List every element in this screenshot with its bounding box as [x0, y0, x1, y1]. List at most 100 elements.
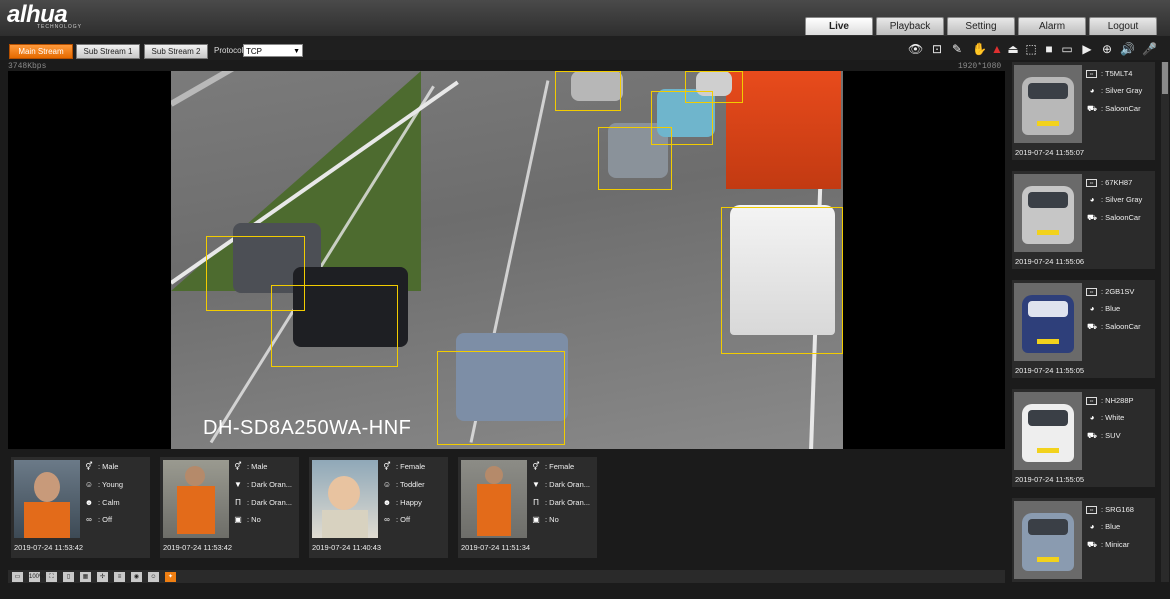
capture-time: 2019-07-24 11:55:07	[1015, 148, 1085, 157]
car-picture	[1022, 295, 1074, 353]
move-icon[interactable]: ✢	[97, 572, 108, 582]
bell-icon[interactable]: ⏏	[1006, 42, 1020, 56]
capture-time: 2019-07-24 11:55:06	[1015, 257, 1085, 266]
age-value: : Toddler	[396, 480, 425, 489]
bag-value: : No	[247, 515, 261, 524]
vehicle-card[interactable]: ▭: T5MLT4 ◕: Silver Gray ⛟: SaloonCar 20…	[1012, 62, 1155, 160]
resolution-readout: 1920*1080	[958, 62, 1002, 71]
main-stream-button[interactable]: Main Stream	[9, 44, 73, 59]
capture-card[interactable]: ⚥: Male ▼: Dark Oran... Π: Dark Oran... …	[160, 457, 299, 558]
plate-value: : 2GB1SV	[1101, 287, 1135, 296]
vehicle-type-value: : SaloonCar	[1101, 322, 1141, 331]
color-palette-icon: ◕	[1089, 413, 1095, 422]
vehicle-card[interactable]: ▭: 67KH87 ◕: Silver Gray ⛟: SaloonCar 20…	[1012, 171, 1155, 269]
capture-card[interactable]: ⚥: Male ☺: Young ☻: Calm ∞: Off 2019-07-…	[11, 457, 150, 558]
fullscreen-icon[interactable]: ⛶	[46, 572, 57, 582]
face-detect-icon[interactable]: ☺	[148, 572, 159, 582]
region-icon[interactable]: ⬚	[1024, 42, 1038, 56]
vehicle-color-value: : White	[1101, 413, 1125, 422]
car-picture	[1022, 186, 1074, 244]
glasses-icon: ∞	[384, 515, 390, 524]
plate-value: : SRG168	[1101, 505, 1134, 514]
capture-card[interactable]: ⚥: Female ☺: Toddler ☻: Happy ∞: Off 201…	[309, 457, 448, 558]
car-icon: ⛟	[1086, 104, 1098, 113]
plate-value: : 67KH87	[1101, 178, 1133, 187]
capture-time: 2019-07-24 11:55:05	[1015, 366, 1085, 375]
tab-alarm[interactable]: Alarm	[1018, 17, 1086, 35]
detection-box	[721, 207, 843, 354]
speaker-icon[interactable]: 🔊	[1120, 42, 1135, 56]
snapshot-icon[interactable]: ⊡	[930, 42, 944, 56]
sub-stream-2-button[interactable]: Sub Stream 2	[144, 44, 208, 59]
plate-icon: ▭	[1086, 288, 1097, 297]
hand-icon[interactable]: ✋	[972, 42, 987, 56]
target-icon[interactable]: ⊕	[1100, 42, 1114, 56]
camera-model-overlay: DH-SD8A250WA-HNF	[203, 417, 412, 439]
ratio-icon[interactable]: ▯	[63, 572, 74, 582]
gender-value: : Female	[396, 462, 426, 471]
glasses-icon: ∞	[86, 515, 92, 524]
pants-icon: Π	[235, 498, 241, 507]
vehicle-type-value: : Minicar	[1101, 540, 1130, 549]
bitrate-readout: 3748Kbps	[8, 62, 47, 71]
tab-setting[interactable]: Setting	[947, 17, 1015, 35]
glasses-value: : Off	[396, 515, 411, 524]
protocol-value: TCP	[246, 47, 262, 56]
detection-box	[555, 71, 621, 111]
gender-icon: ⚥	[383, 462, 391, 471]
bag-icon: ▣	[532, 515, 540, 524]
protocol-label: Protocol	[214, 46, 244, 55]
mic-icon[interactable]: 🎤	[1142, 42, 1157, 56]
capture-thumbnail	[461, 460, 527, 538]
capture-card[interactable]: ⚥: Female ▼: Dark Oran... Π: Dark Oran..…	[458, 457, 597, 558]
chevron-down-icon: ▼	[293, 48, 300, 55]
truck	[726, 71, 841, 189]
gender-icon: ⚥	[85, 462, 93, 471]
color-palette-icon: ◕	[1089, 522, 1095, 531]
age-icon: ☺	[84, 480, 94, 489]
car-icon: ⛟	[1086, 540, 1098, 549]
video-icon[interactable]: ▶	[1080, 42, 1094, 56]
plate-icon: ▭	[1086, 397, 1097, 406]
vehicle-card[interactable]: ▭: NH288P ◕: White ⛟: SUV 2019-07-24 11:…	[1012, 389, 1155, 487]
shirt-icon: ▼	[532, 480, 540, 489]
capture-thumbnail	[163, 460, 229, 538]
sub-stream-1-button[interactable]: Sub Stream 1	[76, 44, 140, 59]
car-picture	[1022, 513, 1074, 571]
scrollbar-thumb[interactable]	[1162, 62, 1168, 94]
grid-icon[interactable]: ▦	[80, 572, 91, 582]
alarm-light-icon[interactable]: ▲	[990, 42, 1004, 56]
vehicle-card[interactable]: ▭: SRG168 ◕: Blue ⛟: Minicar	[1012, 498, 1155, 582]
vehicle-type-value: : SaloonCar	[1101, 213, 1141, 222]
tab-live[interactable]: Live	[805, 17, 873, 35]
vehicle-thumbnail	[1014, 283, 1082, 361]
pants-icon: Π	[533, 498, 539, 507]
protocol-select[interactable]: TCP ▼	[243, 44, 303, 57]
ptz-icon[interactable]: ≡	[114, 572, 125, 582]
zoom-100-button[interactable]: 100%	[29, 572, 44, 582]
pen-icon[interactable]: ✎	[950, 42, 964, 56]
eye-icon[interactable]: 👁	[908, 42, 923, 56]
window-icon[interactable]: ▭	[12, 572, 23, 582]
tab-playback[interactable]: Playback	[876, 17, 944, 35]
image-icon[interactable]: ▭	[1060, 42, 1074, 56]
bag-icon: ▣	[234, 515, 242, 524]
gender-value: : Male	[98, 462, 119, 471]
live-video[interactable]: DH-SD8A250WA-HNF	[8, 71, 1005, 449]
record-icon[interactable]: ■	[1042, 42, 1056, 56]
gender-icon: ⚥	[234, 462, 242, 471]
expression-value: : Calm	[98, 498, 120, 507]
snapshot-icon[interactable]: ◉	[131, 572, 142, 582]
vehicle-thumbnail	[1014, 392, 1082, 470]
settings-icon[interactable]: ✦	[165, 572, 176, 582]
capture-time: 2019-07-24 11:55:05	[1015, 475, 1085, 484]
plate-icon: ▭	[1086, 179, 1097, 188]
color-palette-icon: ◕	[1089, 304, 1095, 313]
color-palette-icon: ◕	[1089, 195, 1095, 204]
vehicle-card[interactable]: ▭: 2GB1SV ◕: Blue ⛟: SaloonCar 2019-07-2…	[1012, 280, 1155, 378]
face-icon: ☻	[84, 498, 94, 507]
sidebar-scrollbar[interactable]	[1161, 62, 1169, 582]
face-icon: ☻	[382, 498, 392, 507]
tab-logout[interactable]: Logout	[1089, 17, 1157, 35]
vehicle-color-value: : Blue	[1101, 522, 1121, 531]
